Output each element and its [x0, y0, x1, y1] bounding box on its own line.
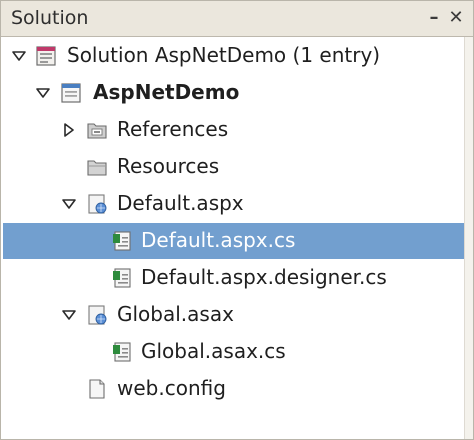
- tree-row-default-aspx-designer-cs[interactable]: Default.aspx.designer.cs: [3, 260, 465, 296]
- tree-label-project: AspNetDemo: [93, 80, 240, 104]
- tree-label-default-aspx: Default.aspx: [117, 191, 244, 215]
- pad-titlebar: Solution – ✕: [1, 1, 473, 37]
- csharp-file-icon: [113, 231, 131, 251]
- tree-row-default-aspx-cs[interactable]: Default.aspx.cs: [3, 223, 465, 259]
- vertical-scrollbar-track[interactable]: [464, 37, 473, 439]
- tree-label-references: References: [117, 117, 229, 141]
- tree-label-resources: Resources: [117, 154, 220, 178]
- tree-row-references[interactable]: References: [3, 112, 465, 148]
- expander-expanded-icon[interactable]: [11, 48, 27, 64]
- web-form-icon: [88, 305, 107, 325]
- tree-label-solution: Solution AspNetDemo (1 entry): [67, 43, 381, 67]
- tree-row-web-config[interactable]: web.config: [3, 371, 465, 407]
- tree-row-resources[interactable]: Resources: [3, 149, 465, 185]
- tree-label-default-aspx-cs: Default.aspx.cs: [141, 228, 296, 252]
- project-icon: [61, 83, 81, 103]
- tree-row-global-asax[interactable]: Global.asax: [3, 297, 465, 333]
- pad-title: Solution: [11, 7, 89, 29]
- expander-expanded-icon[interactable]: [61, 196, 77, 212]
- tree-row-default-aspx[interactable]: Default.aspx: [3, 186, 465, 222]
- expander-expanded-icon[interactable]: [35, 85, 51, 101]
- tree-label-global-asax-cs: Global.asax.cs: [141, 339, 286, 363]
- tree-label-web-config: web.config: [117, 376, 226, 400]
- solution-pad: Solution – ✕ Solution AspNetDemo (1 entr…: [0, 0, 474, 440]
- tree-label-global-asax: Global.asax: [117, 302, 234, 326]
- tree-label-default-aspx-designer-cs: Default.aspx.designer.cs: [141, 265, 387, 289]
- close-button[interactable]: ✕: [445, 5, 467, 29]
- expander-collapsed-icon[interactable]: [61, 122, 77, 138]
- solution-icon: [36, 46, 56, 66]
- file-icon: [89, 379, 105, 399]
- minimize-button[interactable]: –: [423, 5, 445, 29]
- web-form-icon: [88, 194, 107, 214]
- csharp-file-icon: [113, 342, 131, 362]
- solution-tree: Solution AspNetDemo (1 entry) AspNetDemo: [1, 38, 473, 439]
- tree-row-project[interactable]: AspNetDemo: [3, 75, 465, 111]
- tree-row-solution[interactable]: Solution AspNetDemo (1 entry): [3, 38, 465, 74]
- tree-row-global-asax-cs[interactable]: Global.asax.cs: [3, 334, 465, 370]
- references-folder-icon: [87, 123, 107, 139]
- expander-expanded-icon[interactable]: [61, 307, 77, 323]
- csharp-file-icon: [113, 268, 131, 288]
- folder-icon: [87, 160, 107, 176]
